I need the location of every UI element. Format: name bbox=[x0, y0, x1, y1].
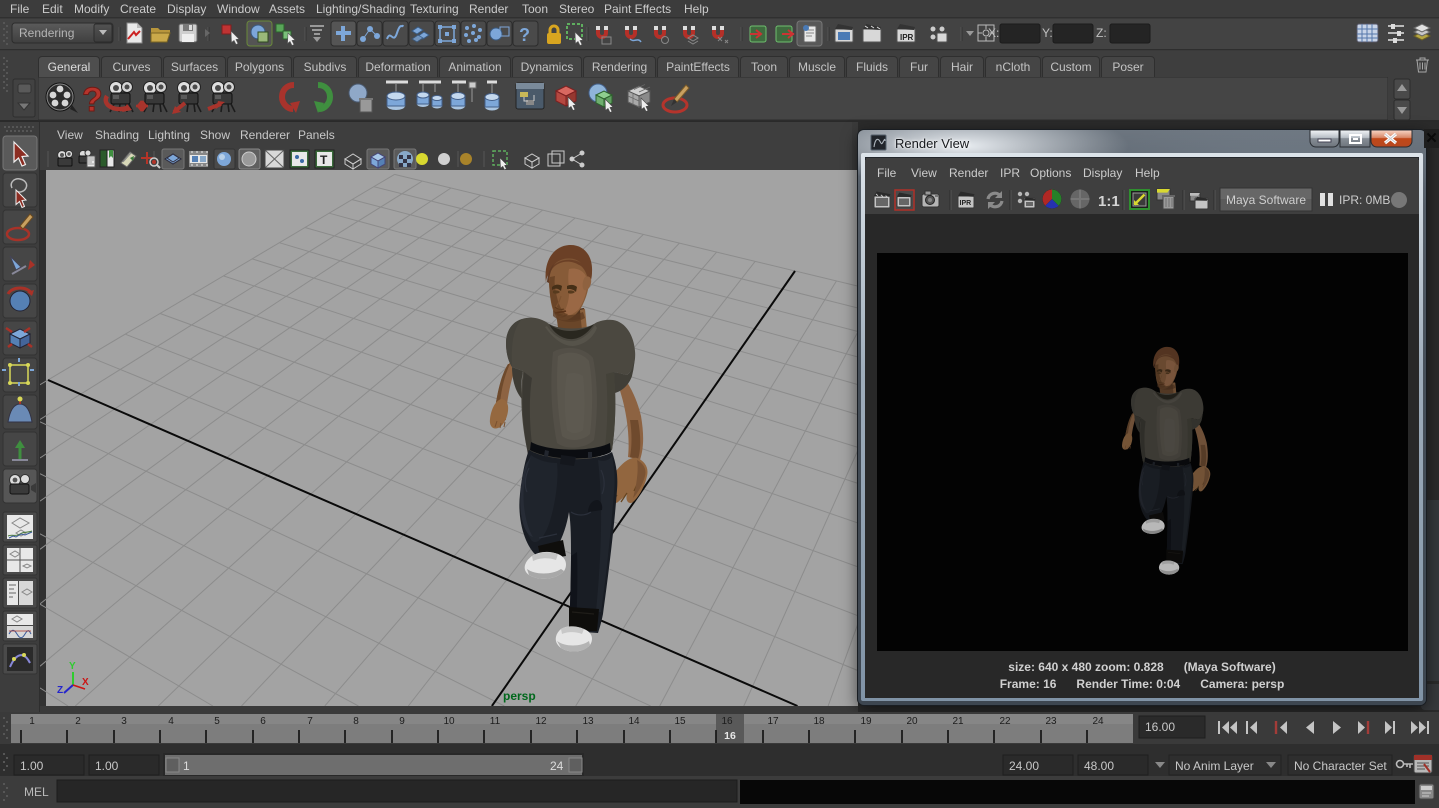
svg-text:16: 16 bbox=[724, 730, 736, 742]
svg-text:persp: persp bbox=[503, 689, 536, 703]
svg-text:19: 19 bbox=[860, 716, 872, 727]
svg-text:Rendering: Rendering bbox=[19, 26, 74, 40]
svg-text:1.00: 1.00 bbox=[95, 759, 119, 773]
svg-text:Z:: Z: bbox=[1096, 26, 1107, 40]
svg-text:IPR: IPR bbox=[900, 33, 914, 42]
svg-text:24.00: 24.00 bbox=[1009, 759, 1039, 773]
svg-text:16: 16 bbox=[721, 716, 733, 727]
svg-text:4: 4 bbox=[168, 716, 174, 727]
svg-text:16.00: 16.00 bbox=[1145, 720, 1175, 734]
svg-text:Render View: Render View bbox=[895, 136, 970, 151]
svg-text:22: 22 bbox=[999, 716, 1011, 727]
svg-text:2: 2 bbox=[75, 716, 81, 727]
svg-text:Y:: Y: bbox=[1042, 26, 1053, 40]
svg-text:Z: Z bbox=[57, 685, 63, 696]
svg-text:Maya Software: Maya Software bbox=[1226, 193, 1306, 207]
svg-text:24: 24 bbox=[1092, 716, 1104, 727]
svg-text:24: 24 bbox=[550, 759, 564, 773]
svg-text:10: 10 bbox=[443, 716, 455, 727]
svg-text:Y: Y bbox=[69, 661, 76, 672]
svg-text:21: 21 bbox=[952, 716, 964, 727]
svg-text:No Anim Layer: No Anim Layer bbox=[1175, 759, 1254, 773]
svg-text:IPR: IPR bbox=[960, 200, 972, 207]
svg-text:5: 5 bbox=[214, 716, 220, 727]
svg-text:1: 1 bbox=[29, 716, 35, 727]
svg-text:No Character Set: No Character Set bbox=[1294, 759, 1387, 773]
svg-text:?: ? bbox=[519, 25, 530, 45]
svg-text:7: 7 bbox=[307, 716, 313, 727]
svg-text:3: 3 bbox=[121, 716, 127, 727]
svg-text:9: 9 bbox=[399, 716, 405, 727]
svg-text:MEL: MEL bbox=[24, 785, 49, 799]
svg-text:11: 11 bbox=[490, 716, 501, 727]
svg-text:14: 14 bbox=[628, 716, 640, 727]
svg-text:X:: X: bbox=[988, 26, 999, 40]
svg-text:1:1: 1:1 bbox=[1098, 193, 1120, 210]
svg-text:15: 15 bbox=[674, 716, 686, 727]
svg-text:18: 18 bbox=[813, 716, 825, 727]
svg-text:8: 8 bbox=[353, 716, 359, 727]
svg-text:6: 6 bbox=[260, 716, 266, 727]
svg-text:1.00: 1.00 bbox=[20, 759, 44, 773]
svg-text:T: T bbox=[320, 153, 328, 167]
svg-text:48.00: 48.00 bbox=[1084, 759, 1114, 773]
svg-text:IPR: 0MB: IPR: 0MB bbox=[1339, 193, 1390, 207]
svg-text:X: X bbox=[82, 677, 89, 688]
svg-text:13: 13 bbox=[582, 716, 594, 727]
svg-text:17: 17 bbox=[767, 716, 779, 727]
svg-text:23: 23 bbox=[1045, 716, 1057, 727]
svg-text:20: 20 bbox=[906, 716, 918, 727]
svg-text:?: ? bbox=[82, 81, 103, 119]
svg-text:1: 1 bbox=[183, 759, 190, 773]
svg-text:12: 12 bbox=[535, 716, 547, 727]
